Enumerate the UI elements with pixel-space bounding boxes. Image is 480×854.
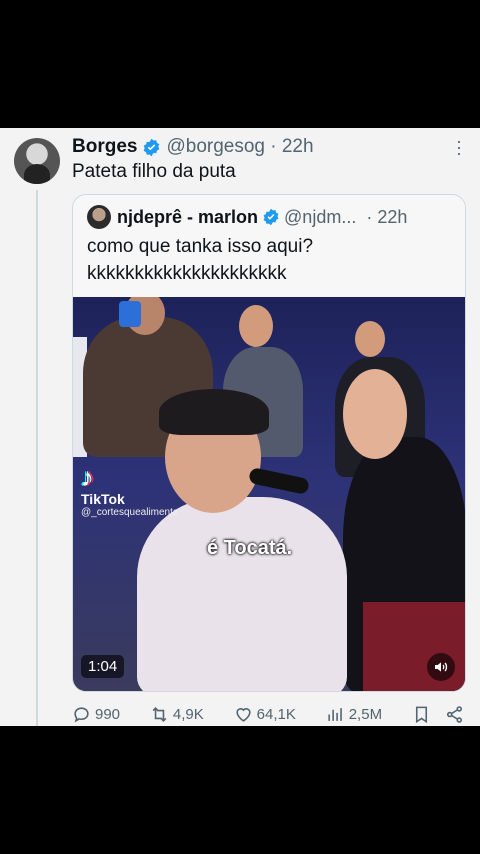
views-count: 2,5M: [348, 705, 383, 723]
tiktok-user: @_cortesquealimenta: [81, 507, 179, 518]
verified-badge-icon: [263, 208, 279, 226]
repost-icon: [152, 706, 167, 722]
thread-line: [36, 190, 38, 726]
tweet-header: Borges @borgesog · 22h: [72, 134, 314, 160]
repost-button[interactable]: 4,9K: [150, 705, 204, 724]
quoted-author-avatar[interactable]: [87, 205, 111, 229]
tweet-text: Pateta filho da puta: [72, 161, 236, 182]
quoted-text-line: kkkkkkkkkkkkkkkkkkkkk: [87, 263, 287, 284]
red-skirt: [363, 602, 465, 691]
quoted-author-handle: @njdm...: [284, 206, 357, 227]
singer-raised-hand: [343, 369, 407, 459]
singer-shirt: [137, 497, 347, 691]
quoted-tweet[interactable]: njdeprê - marlon @njdm... · 22h como que…: [72, 194, 466, 692]
background-person-head: [355, 321, 385, 357]
views-icon: [328, 707, 342, 721]
video-duration: 1:04: [81, 655, 125, 678]
like-button[interactable]: 64,1K: [234, 705, 296, 724]
tweet-card[interactable]: Borges @borgesog · 22h · · · Pateta filho …: [0, 128, 480, 726]
author-name[interactable]: Borges: [72, 136, 137, 158]
quoted-time: · 22h: [366, 206, 408, 227]
reply-button[interactable]: 990: [72, 705, 120, 724]
share-group: [412, 705, 464, 724]
reply-count: 990: [95, 705, 121, 723]
author-handle-time[interactable]: @borgesog · 22h: [166, 136, 313, 158]
reply-icon: [74, 706, 89, 723]
share-icon[interactable]: [445, 705, 464, 724]
quoted-header: njdeprê - marlon @njdm... · 22h: [117, 205, 407, 229]
tweet-actions: 990 4,9K 64,1K 2,5M: [72, 702, 464, 726]
more-options-icon[interactable]: · · ·: [456, 132, 462, 162]
repost-count: 4,9K: [172, 705, 204, 723]
tiktok-icon: ♪: [81, 462, 94, 492]
quoted-author-name: njdeprê - marlon: [117, 206, 259, 227]
views-button[interactable]: 2,5M: [326, 705, 382, 724]
quoted-text: como que tanka isso aqui? kkkkkkkkkkkkkk…: [87, 233, 457, 287]
video-player[interactable]: ♪ TikTok @_cortesquealimenta é Tocatá. 1…: [73, 297, 465, 691]
tiktok-label: TikTok: [81, 491, 125, 507]
author-avatar[interactable]: [14, 138, 60, 184]
speaker-icon[interactable]: [427, 653, 455, 681]
heart-icon: [236, 707, 251, 722]
like-count: 64,1K: [256, 705, 296, 723]
bookmark-icon[interactable]: [412, 705, 431, 724]
tiktok-watermark: ♪ TikTok @_cortesquealimenta: [81, 463, 178, 518]
verified-badge-icon: [144, 138, 160, 156]
quoted-text-line: como que tanka isso aqui?: [87, 236, 314, 257]
phone: [119, 301, 141, 327]
video-caption: é Tocatá.: [207, 537, 293, 559]
singer-hair: [159, 389, 269, 435]
background-person-head: [239, 305, 273, 347]
